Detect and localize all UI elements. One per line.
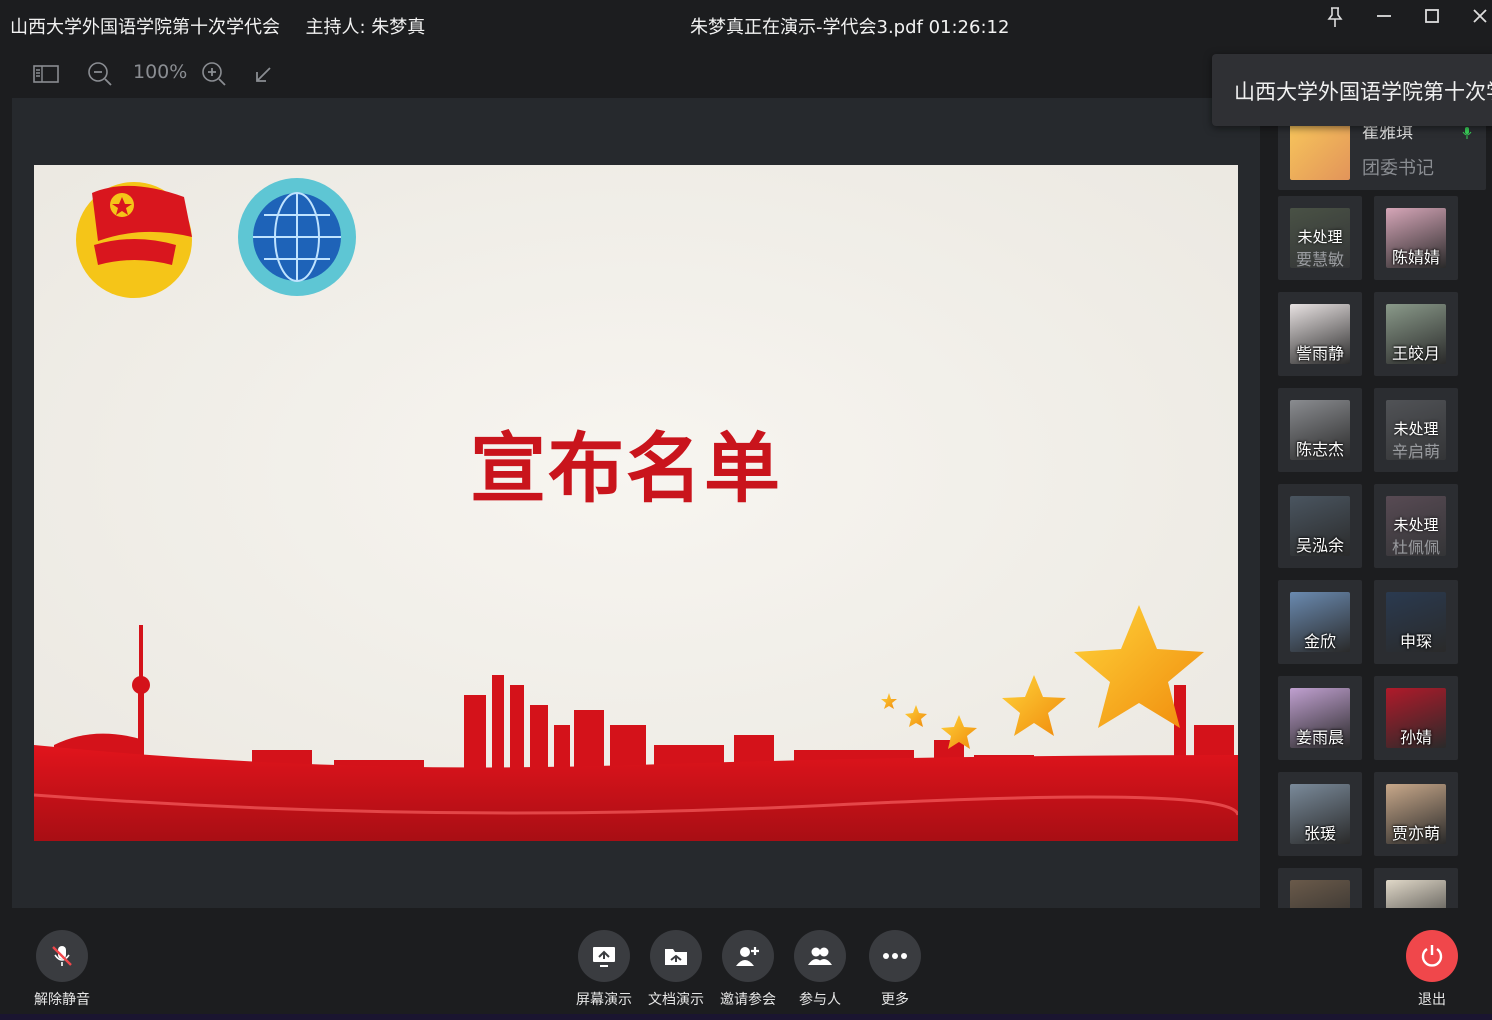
participant-name: 孙婧: [1399, 728, 1432, 747]
participant-tile[interactable]: 王皎月: [1374, 292, 1458, 376]
host-avatar: [1290, 124, 1350, 180]
screen-share-icon: [593, 947, 615, 967]
participant-name: 要慧敏: [1295, 250, 1344, 269]
participant-tile[interactable]: 姜雨晨: [1278, 676, 1362, 760]
participant-name: 訾雨静: [1295, 344, 1344, 363]
exit-fullscreen-button[interactable]: [250, 60, 278, 88]
zoom-out-button[interactable]: [86, 60, 114, 88]
power-icon: [1421, 945, 1443, 967]
title-bar: 山西大学外国语学院第十次学代会 主持人: 朱梦真 朱梦真正在演示-学代会3.pd…: [0, 0, 1492, 50]
host-role: 团委书记: [1362, 158, 1434, 179]
participants-label: 参与人: [799, 992, 841, 1008]
participant-tile[interactable]: 金欣: [1278, 580, 1362, 664]
pin-icon: [1327, 7, 1343, 27]
maximize-button[interactable]: [1417, 4, 1447, 30]
participant-name: 陈婧婧: [1391, 248, 1440, 267]
participant-tile[interactable]: 孙婧: [1374, 676, 1458, 760]
meeting-window: 山西大学外国语学院第十次学代会 主持人: 朱梦真 朱梦真正在演示-学代会3.pd…: [0, 0, 1492, 1020]
meeting-title: 山西大学外国语学院第十次学代会 主持人: 朱梦真: [10, 13, 425, 39]
unmute-label: 解除静音: [34, 992, 90, 1008]
shrink-arrow-icon: [256, 67, 271, 82]
participant-name: 杜佩佩: [1391, 538, 1440, 557]
participant-tile[interactable]: 申琛: [1374, 580, 1458, 664]
tooltip-text: 山西大学外国语学院第十次学代会: [1234, 80, 1492, 104]
pending-status: 未处理: [1393, 516, 1439, 534]
more-button[interactable]: 更多: [859, 930, 931, 1009]
participant-avatar: [1290, 880, 1350, 908]
participant-name: 陈志杰: [1295, 440, 1344, 459]
presentation-stage: 宣布名单: [12, 98, 1260, 908]
sidebar-toggle-button[interactable]: [32, 60, 60, 88]
participant-name: 申琛: [1399, 632, 1432, 651]
participant-name: 吴泓余: [1295, 536, 1344, 555]
invite-label: 邀请参会: [720, 992, 776, 1008]
maximize-icon: [1425, 9, 1439, 23]
youth-league-emblem: [76, 182, 192, 298]
participant-tile[interactable]: 贾亦萌: [1374, 772, 1458, 856]
taskbar-strip: [0, 1014, 1492, 1020]
participant-tile[interactable]: 訾雨静: [1278, 292, 1362, 376]
document-toolbar: 100%: [0, 52, 600, 96]
participant-tile[interactable]: 吴泓余: [1278, 484, 1362, 568]
participant-tile[interactable]: 陈志杰: [1278, 388, 1362, 472]
participant-name: 金欣: [1303, 632, 1336, 651]
pin-button[interactable]: [1320, 4, 1350, 30]
meeting-name: 山西大学外国语学院第十次学代会: [10, 17, 280, 38]
zoom-out-icon: [88, 62, 112, 86]
shared-slide: 宣布名单: [34, 165, 1238, 841]
participant-tile[interactable]: 陈婧婧: [1374, 196, 1458, 280]
control-bar: 解除静音 屏幕演示 文档演示 邀请参会 参与人 更多 退出: [0, 910, 1492, 1014]
participant-name: 王皎月: [1391, 344, 1440, 363]
minimize-icon: [1377, 15, 1391, 17]
participant-tile[interactable]: 张瑗: [1278, 772, 1362, 856]
exit-button[interactable]: 退出: [1396, 930, 1468, 1009]
more-dots-icon: [883, 953, 907, 959]
doc-share-label: 文档演示: [648, 992, 704, 1008]
screen-share-label: 屏幕演示: [576, 992, 632, 1008]
doc-share-button[interactable]: 文档演示: [640, 930, 712, 1009]
zoom-in-button[interactable]: [200, 60, 228, 88]
participant-name: 贾亦萌: [1391, 824, 1440, 843]
participant-name: 张瑗: [1303, 824, 1336, 843]
participant-name: 辛启萌: [1391, 442, 1440, 461]
screen-share-button[interactable]: 屏幕演示: [568, 930, 640, 1009]
participant-tile[interactable]: [1278, 868, 1362, 908]
close-button[interactable]: [1465, 4, 1492, 30]
mic-muted-icon: [52, 946, 72, 966]
participant-name: 姜雨晨: [1295, 728, 1344, 747]
sidebar-icon: [33, 65, 59, 83]
pending-status: 未处理: [1297, 228, 1343, 246]
zoom-level: 100%: [133, 61, 188, 83]
host-label: 主持人: 朱梦真: [305, 17, 426, 38]
add-user-icon: [736, 947, 759, 966]
users-icon: [808, 947, 832, 965]
pending-status: 未处理: [1393, 420, 1439, 438]
unmute-button[interactable]: 解除静音: [26, 930, 98, 1009]
folder-share-icon: [665, 949, 687, 965]
meeting-title-tooltip: 山西大学外国语学院第十次学代会: [1212, 54, 1492, 126]
mic-active-icon: [1462, 127, 1472, 139]
exit-label: 退出: [1418, 992, 1446, 1008]
minimize-button[interactable]: [1369, 4, 1399, 30]
invite-button[interactable]: 邀请参会: [712, 930, 784, 1009]
participant-tile[interactable]: 未处理 杜佩佩: [1374, 484, 1458, 568]
zoom-in-icon: [202, 62, 226, 86]
participants-panel[interactable]: 崔雅琪 团委书记 未处理 要慧敏 陈婧婧 訾雨静 王皎月 陈志杰 未处理 辛启萌 吴泓余 未处理杜…: [1268, 98, 1492, 908]
close-icon: [1473, 9, 1487, 23]
participants-button[interactable]: 参与人: [784, 930, 856, 1009]
participant-tile[interactable]: [1374, 868, 1458, 908]
more-label: 更多: [881, 992, 909, 1008]
participant-tile[interactable]: 未处理 辛启萌: [1374, 388, 1458, 472]
participant-avatar: [1386, 880, 1446, 908]
presenter-status: 朱梦真正在演示-学代会3.pdf 01:26:12: [690, 17, 1010, 38]
college-emblem: [238, 178, 356, 296]
participant-tile[interactable]: 未处理 要慧敏: [1278, 196, 1362, 280]
slide-title: 宣布名单: [470, 424, 782, 513]
